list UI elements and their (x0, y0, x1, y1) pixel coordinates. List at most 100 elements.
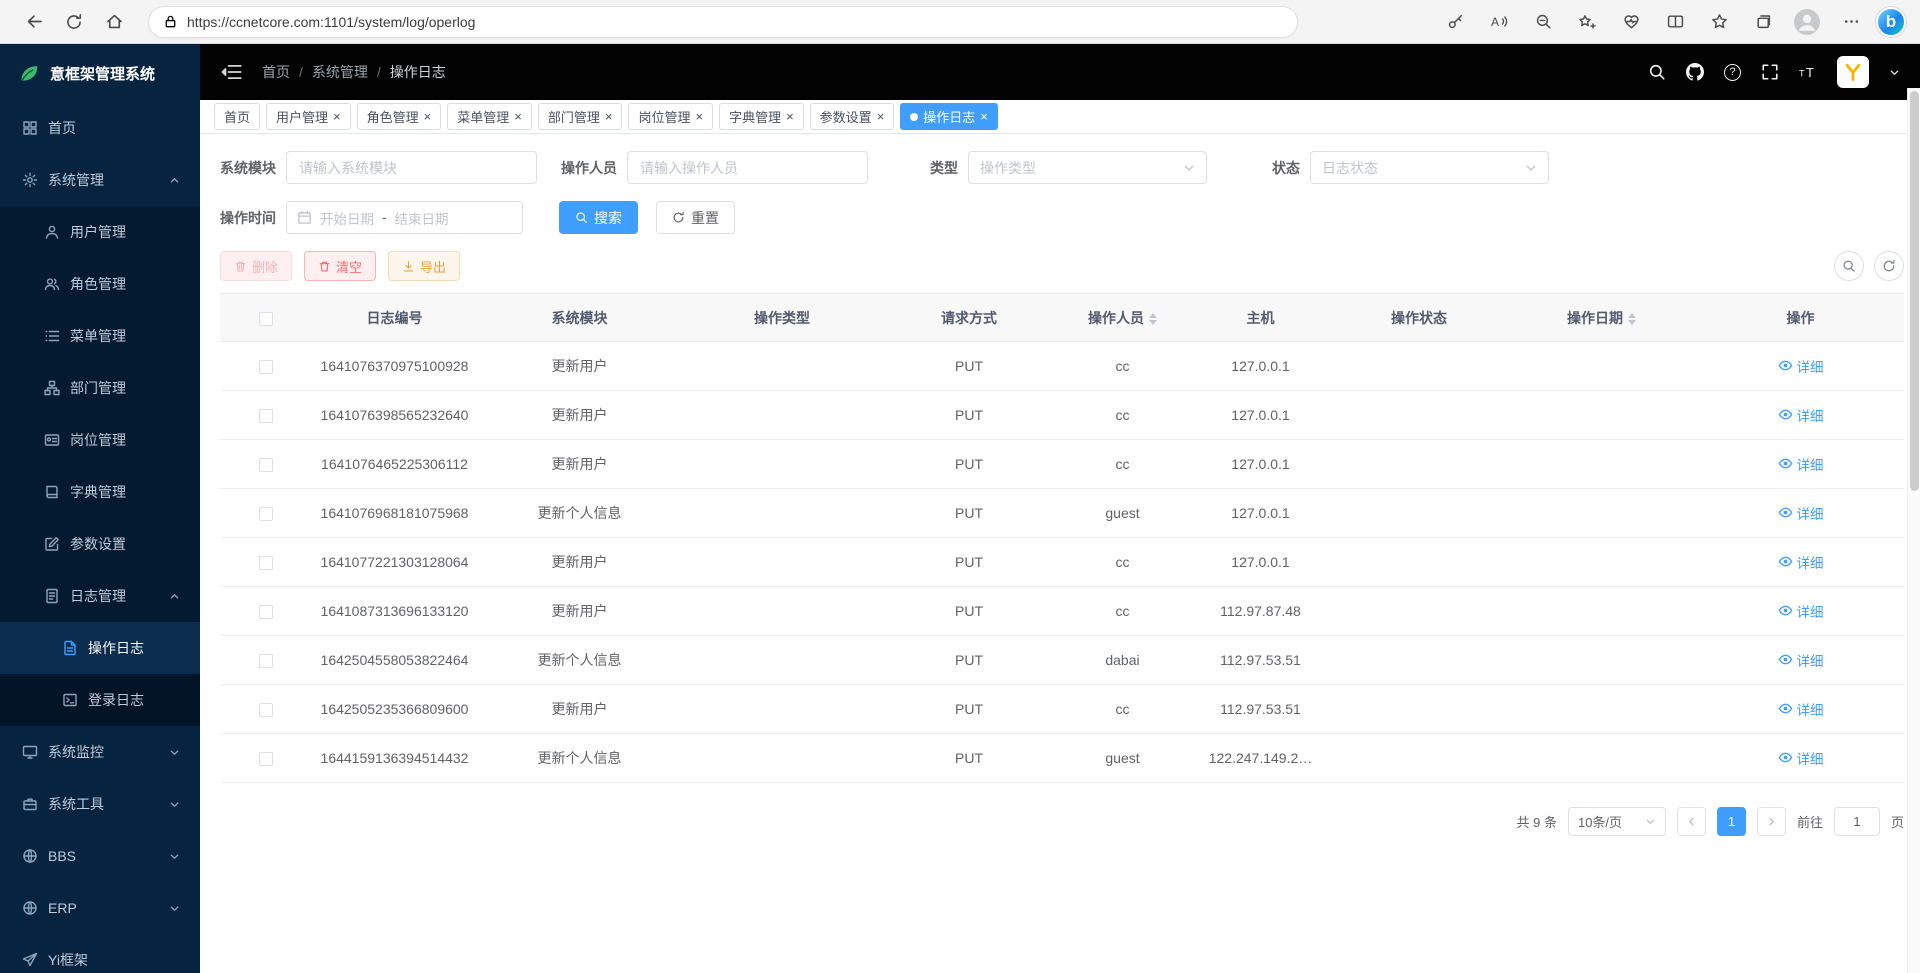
export-button[interactable]: 导出 (388, 251, 460, 281)
toggle-search-button[interactable] (1834, 251, 1864, 281)
tab-post-mgmt[interactable]: 岗位管理× (628, 103, 713, 130)
sidebar-item-user-mgmt[interactable]: 用户管理 (0, 206, 200, 258)
sidebar-item-bbs[interactable]: BBS (0, 830, 200, 882)
tab-dict-mgmt[interactable]: 字典管理× (719, 103, 804, 130)
sidebar-item-home[interactable]: 首页 (0, 102, 200, 154)
tab-close-icon[interactable]: × (786, 110, 794, 123)
sidebar-item-system-tools[interactable]: 系统工具 (0, 778, 200, 830)
select-all-checkbox[interactable] (259, 312, 273, 326)
favorites-icon[interactable] (1700, 5, 1738, 39)
row-checkbox[interactable] (259, 409, 273, 423)
detail-link[interactable]: 详细 (1778, 503, 1824, 523)
clear-button[interactable]: 清空 (304, 251, 376, 281)
sidebar-item-dict-mgmt[interactable]: 字典管理 (0, 466, 200, 518)
header-operator[interactable]: 操作人员 (1056, 294, 1189, 342)
sidebar-item-menu-mgmt[interactable]: 菜单管理 (0, 310, 200, 362)
key-icon[interactable] (1436, 5, 1474, 39)
tab-oper-log[interactable]: 操作日志× (900, 103, 998, 130)
detail-link[interactable]: 详细 (1778, 699, 1824, 719)
detail-link[interactable]: 详细 (1778, 601, 1824, 621)
tab-dept-mgmt[interactable]: 部门管理× (538, 103, 623, 130)
sidebar-item-oper-log[interactable]: 操作日志 (0, 622, 200, 674)
help-icon[interactable]: ? (1724, 64, 1741, 81)
favorites-add-icon[interactable] (1568, 5, 1606, 39)
bing-icon[interactable]: b (1876, 7, 1906, 37)
sort-icon[interactable] (1149, 313, 1157, 325)
row-checkbox[interactable] (259, 507, 273, 521)
row-checkbox[interactable] (259, 605, 273, 619)
tab-close-icon[interactable]: × (877, 110, 885, 123)
sidebar-item-system-mgmt[interactable]: 系统管理 (0, 154, 200, 206)
tab-role-mgmt[interactable]: 角色管理× (357, 103, 442, 130)
tab-home[interactable]: 首页 (214, 103, 260, 130)
scrollbar-thumb[interactable] (1910, 91, 1919, 491)
status-select[interactable]: 日志状态 (1310, 151, 1549, 184)
next-page-button[interactable] (1757, 807, 1786, 836)
tab-menu-mgmt[interactable]: 菜单管理× (447, 103, 532, 130)
detail-link[interactable]: 详细 (1778, 552, 1824, 572)
goto-page-input[interactable] (1834, 807, 1880, 836)
more-options-icon[interactable] (1832, 5, 1870, 39)
breadcrumb-system-mgmt[interactable]: 系统管理 (312, 62, 368, 82)
detail-link[interactable]: 详细 (1778, 650, 1824, 670)
refresh-table-button[interactable] (1874, 251, 1904, 281)
tab-close-icon[interactable]: × (424, 110, 432, 123)
tab-close-icon[interactable]: × (695, 110, 703, 123)
chevron-down-icon[interactable] (1889, 67, 1900, 78)
row-checkbox[interactable] (259, 752, 273, 766)
sidebar-item-log-mgmt[interactable]: 日志管理 (0, 570, 200, 622)
tab-close-icon[interactable]: × (605, 110, 613, 123)
row-checkbox[interactable] (259, 556, 273, 570)
search-icon[interactable] (1648, 63, 1666, 81)
zoom-out-icon[interactable] (1524, 5, 1562, 39)
refresh-page-icon[interactable] (54, 5, 94, 39)
operator-input[interactable] (627, 151, 868, 184)
address-bar[interactable]: https://ccnetcore.com:1101/system/log/op… (148, 6, 1298, 38)
sidebar-item-dept-mgmt[interactable]: 部门管理 (0, 362, 200, 414)
tab-close-icon[interactable]: × (980, 110, 988, 123)
row-checkbox[interactable] (259, 654, 273, 668)
font-size-icon[interactable]: TT (1799, 63, 1817, 81)
detail-link[interactable]: 详细 (1778, 748, 1824, 768)
tab-close-icon[interactable]: × (514, 110, 522, 123)
read-aloud-icon[interactable]: A (1480, 5, 1518, 39)
detail-link[interactable]: 详细 (1778, 356, 1824, 376)
window-scrollbar[interactable] (1907, 88, 1920, 973)
sidebar-item-erp[interactable]: ERP (0, 882, 200, 934)
user-logo-avatar[interactable] (1837, 56, 1869, 88)
sidebar-item-system-monitor[interactable]: 系统监控 (0, 726, 200, 778)
header-date[interactable]: 操作日期 (1506, 294, 1697, 342)
delete-button[interactable]: 删除 (220, 251, 292, 281)
sidebar-item-role-mgmt[interactable]: 角色管理 (0, 258, 200, 310)
date-range-picker[interactable]: 开始日期 - 结束日期 (286, 201, 523, 234)
page-size-select[interactable]: 10条/页 (1568, 807, 1666, 836)
row-checkbox[interactable] (259, 458, 273, 472)
browser-essentials-icon[interactable] (1612, 5, 1650, 39)
breadcrumb-home[interactable]: 首页 (262, 62, 290, 82)
tab-close-icon[interactable]: × (333, 110, 341, 123)
collections-icon[interactable] (1744, 5, 1782, 39)
page-number-button[interactable]: 1 (1717, 807, 1746, 836)
type-select[interactable]: 操作类型 (968, 151, 1207, 184)
tab-param-settings[interactable]: 参数设置× (810, 103, 895, 130)
sort-icon[interactable] (1628, 313, 1636, 325)
back-icon[interactable] (14, 5, 54, 39)
reset-button[interactable]: 重置 (656, 201, 735, 234)
sidebar-item-post-mgmt[interactable]: 岗位管理 (0, 414, 200, 466)
module-input[interactable] (286, 151, 537, 184)
collapse-sidebar-icon[interactable] (220, 61, 242, 83)
tab-user-mgmt[interactable]: 用户管理× (266, 103, 351, 130)
detail-link[interactable]: 详细 (1778, 454, 1824, 474)
row-checkbox[interactable] (259, 703, 273, 717)
fullscreen-icon[interactable] (1761, 63, 1779, 81)
sidebar-item-param-settings[interactable]: 参数设置 (0, 518, 200, 570)
detail-link[interactable]: 详细 (1778, 405, 1824, 425)
row-checkbox[interactable] (259, 360, 273, 374)
sidebar-item-yi-framework[interactable]: Yi框架 (0, 934, 200, 973)
profile-avatar[interactable] (1788, 5, 1826, 39)
github-icon[interactable] (1686, 63, 1704, 81)
prev-page-button[interactable] (1677, 807, 1706, 836)
split-screen-icon[interactable] (1656, 5, 1694, 39)
sidebar-item-login-log[interactable]: 登录日志 (0, 674, 200, 726)
search-button[interactable]: 搜索 (559, 201, 638, 234)
